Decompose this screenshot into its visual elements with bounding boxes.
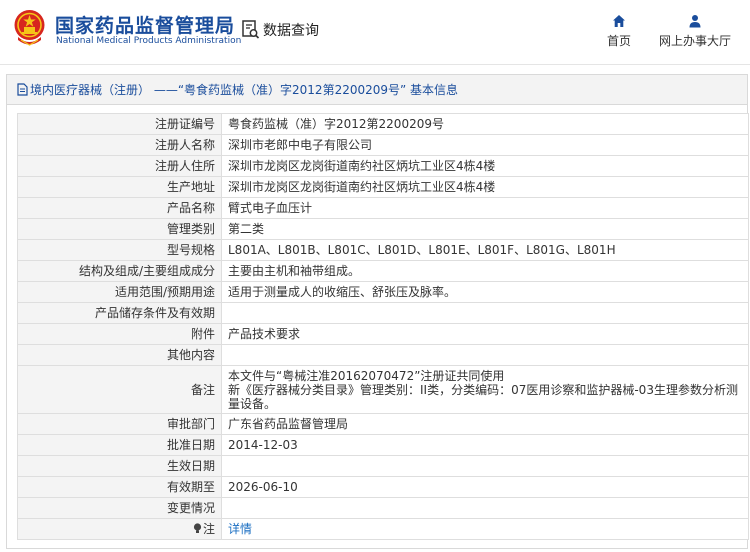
field-label: 型号规格: [17, 239, 222, 261]
field-label: 生产地址: [17, 176, 222, 198]
home-icon: [613, 15, 625, 27]
field-value: 深圳市龙岗区龙岗街道南约社区炳坑工业区4栋4楼: [221, 155, 749, 177]
field-value: [221, 497, 749, 519]
remarks-value: 本文件与“粤械注准20162070472”注册证共同使用 新《医疗器械分类目录》…: [221, 365, 749, 414]
table-row: 管理类别 第二类: [17, 218, 749, 240]
field-label: 注册证编号: [17, 113, 222, 135]
note-label: 注: [202, 522, 215, 536]
table-row: 适用范围/预期用途 适用于测量成人的收缩压、舒张压及脉率。: [17, 281, 749, 303]
table-row: 生效日期: [17, 455, 749, 477]
document-search-icon: [242, 20, 260, 39]
table-row: 产品储存条件及有效期: [17, 302, 749, 324]
lightbulb-icon: [193, 523, 202, 533]
field-label: 适用范围/预期用途: [17, 281, 222, 303]
field-value: 产品技术要求: [221, 323, 749, 345]
org-name-en[interactable]: National Medical Products Administration: [56, 36, 241, 46]
user-icon: [689, 15, 701, 28]
field-value: 粤食药监械（准）字2012第2200209号: [221, 113, 749, 135]
remarks-line: 本文件与“粤械注准20162070472”注册证共同使用: [228, 368, 505, 383]
field-label: 结构及组成/主要组成成分: [17, 260, 222, 282]
nav-home[interactable]: 首页: [603, 14, 635, 49]
field-label: 其他内容: [17, 344, 222, 366]
field-value: 2026-06-10: [221, 476, 749, 498]
table-row: 注册证编号 粤食药监械（准）字2012第2200209号: [17, 113, 749, 135]
field-label: 审批部门: [17, 413, 222, 435]
data-query-label: 数据查询: [263, 23, 319, 39]
table-row: 其他内容: [17, 344, 749, 366]
table-row: 型号规格 L801A、L801B、L801C、L801D、L801E、L801F…: [17, 239, 749, 261]
field-value: [221, 302, 749, 324]
field-value: 深圳市老郎中电子有限公司: [221, 134, 749, 156]
note-value-cell: 详情: [221, 518, 749, 540]
field-label: 管理类别: [17, 218, 222, 240]
table-row: 注册人住所 深圳市龙岗区龙岗街道南约社区炳坑工业区4栋4楼: [17, 155, 749, 177]
field-value: 主要由主机和袖带组成。: [221, 260, 749, 282]
table-row: 产品名称 臂式电子血压计: [17, 197, 749, 219]
field-label: 备注: [17, 365, 222, 414]
field-value: 第二类: [221, 218, 749, 240]
table-row: 附件 产品技术要求: [17, 323, 749, 345]
field-value: 深圳市龙岗区龙岗街道南约社区炳坑工业区4栋4楼: [221, 176, 749, 198]
field-label: 生效日期: [17, 455, 222, 477]
field-value: 广东省药品监督管理局: [221, 413, 749, 435]
nav-online-service-hall-label: 网上办事大厅: [658, 34, 731, 48]
details-link[interactable]: 详情: [228, 522, 252, 536]
header-divider: [0, 64, 750, 65]
table-row: 审批部门 广东省药品监督管理局: [17, 413, 749, 435]
table-row: 有效期至 2026-06-10: [17, 476, 749, 498]
data-query-link[interactable]: 数据查询: [242, 19, 319, 41]
table-row: 注册人名称 深圳市老郎中电子有限公司: [17, 134, 749, 156]
panel-title: 境内医疗器械（注册） ——“粤食药监械（准）字2012第2200209号” 基本…: [30, 83, 459, 97]
table-row: 生产地址 深圳市龙岗区龙岗街道南约社区炳坑工业区4栋4楼: [17, 176, 749, 198]
field-label: 变更情况: [17, 497, 222, 519]
table-row: 结构及组成/主要组成成分 主要由主机和袖带组成。: [17, 260, 749, 282]
table-row: 变更情况: [17, 497, 749, 519]
table-row: 注 详情: [17, 518, 749, 540]
table-row: 备注 本文件与“粤械注准20162070472”注册证共同使用 新《医疗器械分类…: [17, 365, 749, 414]
field-value: 臂式电子血压计: [221, 197, 749, 219]
org-name-cn[interactable]: 国家药品监督管理局: [55, 11, 235, 38]
national-emblem-icon[interactable]: [13, 9, 46, 46]
field-label: 附件: [17, 323, 222, 345]
field-label: 注册人住所: [17, 155, 222, 177]
field-label: 批准日期: [17, 434, 222, 456]
field-label: 注册人名称: [17, 134, 222, 156]
panel-title-bar: 境内医疗器械（注册） ——“粤食药监械（准）字2012第2200209号” 基本…: [7, 75, 747, 105]
site-header: 国家药品监督管理局 National Medical Products Admi…: [0, 0, 750, 62]
document-icon: [17, 83, 28, 96]
nav-online-service-hall[interactable]: 网上办事大厅: [656, 14, 734, 49]
field-label: 产品名称: [17, 197, 222, 219]
field-value: L801A、L801B、L801C、L801D、L801E、L801F、L801…: [221, 239, 749, 261]
field-value: [221, 344, 749, 366]
nav-home-label: 首页: [606, 34, 631, 48]
note-label-cell: 注: [17, 518, 222, 540]
remarks-line: 新《医疗器械分类目录》管理类别：II类，分类编码：07医用诊察和监护器械-03生…: [228, 382, 738, 411]
field-value: [221, 455, 749, 477]
field-value: 适用于测量成人的收缩压、舒张压及脉率。: [221, 281, 749, 303]
field-label: 产品储存条件及有效期: [17, 302, 222, 324]
field-value: 2014-12-03: [221, 434, 749, 456]
registration-info-table: 注册证编号 粤食药监械（准）字2012第2200209号 注册人名称 深圳市老郎…: [17, 113, 749, 540]
device-info-panel: 境内医疗器械（注册） ——“粤食药监械（准）字2012第2200209号” 基本…: [6, 74, 749, 549]
field-label: 有效期至: [17, 476, 222, 498]
table-row: 批准日期 2014-12-03: [17, 434, 749, 456]
